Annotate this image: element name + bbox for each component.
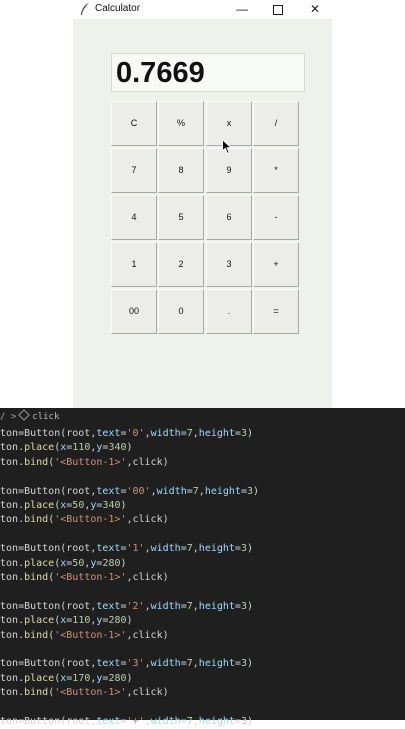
multiply-button[interactable]: * [253,148,299,193]
digit-1-button[interactable]: 1 [111,242,157,287]
digit-3-button[interactable]: 3 [206,242,252,287]
code-line: ton=Button(root,text='00',width=7,height… [0,485,260,497]
code-line: ton.place(x=50,y=340) [0,500,127,511]
digit-4-button[interactable]: 4 [111,195,157,240]
code-line: ton.bind('<Button-1>',click) [0,514,169,526]
close-button[interactable]: ✕ [300,0,330,19]
title-bar[interactable]: Calculator — ✕ [73,0,332,19]
result-display[interactable]: 0.7669 [111,53,305,92]
equals-button[interactable]: = [253,289,299,334]
code-line: ton.bind('<Button-1>',click) [0,629,169,641]
double-zero-button[interactable]: 00 [111,289,157,334]
minimize-icon: — [236,2,248,16]
add-button[interactable]: + [253,242,299,287]
code-line: ton.bind('<Button-1>',click) [0,456,169,468]
breadcrumb-prefix: / > [0,412,17,422]
window-title: Calculator [95,3,141,14]
percent-button[interactable]: % [158,101,204,146]
feather-icon [80,3,90,16]
code-line: ton=Button(root,text='1',width=7,height=… [0,543,254,555]
code-line: ton=Button(root,text='0',width=7,height=… [0,428,254,439]
digit-5-button[interactable]: 5 [158,195,204,240]
code-line: ton=Button(root,text='+',width=7,height=… [0,716,254,727]
clear-button[interactable]: C [111,101,157,146]
calculator-window: Calculator — ✕ 0.7669 C % x / 7 8 9 * 4 … [73,0,332,408]
code-line: ton.place(x=50,y=280) [0,557,127,569]
digit-2-button[interactable]: 2 [158,242,204,287]
maximize-button[interactable] [263,0,293,19]
symbol-icon [18,409,30,421]
digit-0-button[interactable]: 0 [158,289,204,334]
close-icon: ✕ [309,2,321,16]
maximize-icon [273,5,283,15]
mouse-cursor-icon [222,139,232,155]
breadcrumb: / > click [0,408,405,426]
minimize-button[interactable]: — [227,0,257,19]
digit-8-button[interactable]: 8 [158,148,204,193]
code-line: ton.bind('<Button-1>',click) [0,572,169,583]
code-line: ton.place(x=110,y=280) [0,615,133,627]
result-value: 0.7669 [116,57,205,89]
digit-7-button[interactable]: 7 [111,148,157,193]
code-line: ton.bind('<Button-1>',click) [0,687,169,699]
subtract-button[interactable]: - [253,195,299,240]
code-line: ton.place(x=170,y=280) [0,672,133,684]
breadcrumb-symbol[interactable]: click [32,412,59,422]
decimal-button[interactable]: . [206,289,252,334]
code-line: ton=Button(root,text='2',width=7,height=… [0,600,254,612]
code-editor[interactable]: / > click ton=Button(root,text='0',width=… [0,408,405,727]
code-line: ton=Button(root,text='3',width=7,height=… [0,658,254,670]
digit-6-button[interactable]: 6 [206,195,252,240]
divide-button[interactable]: / [253,101,299,146]
code-line: ton.place(x=110,y=340) [0,442,133,454]
